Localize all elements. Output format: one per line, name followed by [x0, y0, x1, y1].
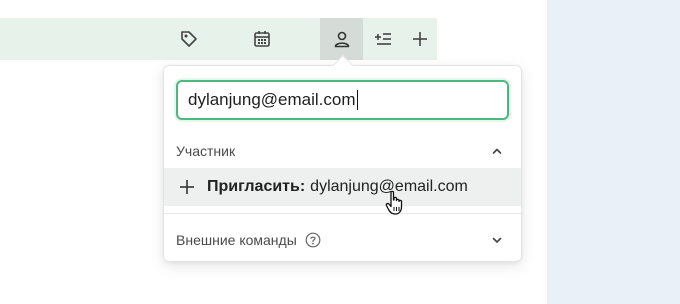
tag-icon [181, 31, 197, 47]
section-divider [164, 213, 521, 214]
tag-button[interactable] [169, 18, 209, 60]
invite-option[interactable]: Пригласить: dylanjung@email.com [164, 168, 521, 206]
add-button[interactable] [400, 18, 440, 60]
calendar-button[interactable] [242, 18, 282, 60]
member-section-label: Участник [176, 143, 236, 159]
add-list-button[interactable] [363, 18, 403, 60]
plus-icon [180, 180, 194, 194]
hand-pointer-icon [385, 190, 403, 215]
invite-label: Пригласить: [207, 178, 306, 195]
assignee-popover: dylanjung@email.com Участник Пригласить:… [163, 65, 522, 262]
teams-section-label: Внешние команды [176, 232, 297, 248]
email-input[interactable]: dylanjung@email.com [176, 80, 509, 120]
user-icon [334, 31, 349, 48]
plus-icon [413, 32, 427, 46]
right-panel [547, 0, 680, 304]
help-icon[interactable] [305, 232, 321, 248]
toolbar [0, 18, 437, 60]
member-section-header[interactable]: Участник [164, 136, 521, 166]
chevron-down-icon [492, 237, 502, 243]
chevron-up-icon [492, 148, 502, 154]
assignee-button[interactable] [320, 18, 363, 60]
add-list-icon [375, 33, 391, 45]
email-input-value: dylanjung@email.com [188, 90, 356, 109]
teams-section-header[interactable]: Внешние команды [164, 225, 521, 255]
calendar-icon [254, 31, 270, 47]
text-cursor [356, 90, 358, 110]
